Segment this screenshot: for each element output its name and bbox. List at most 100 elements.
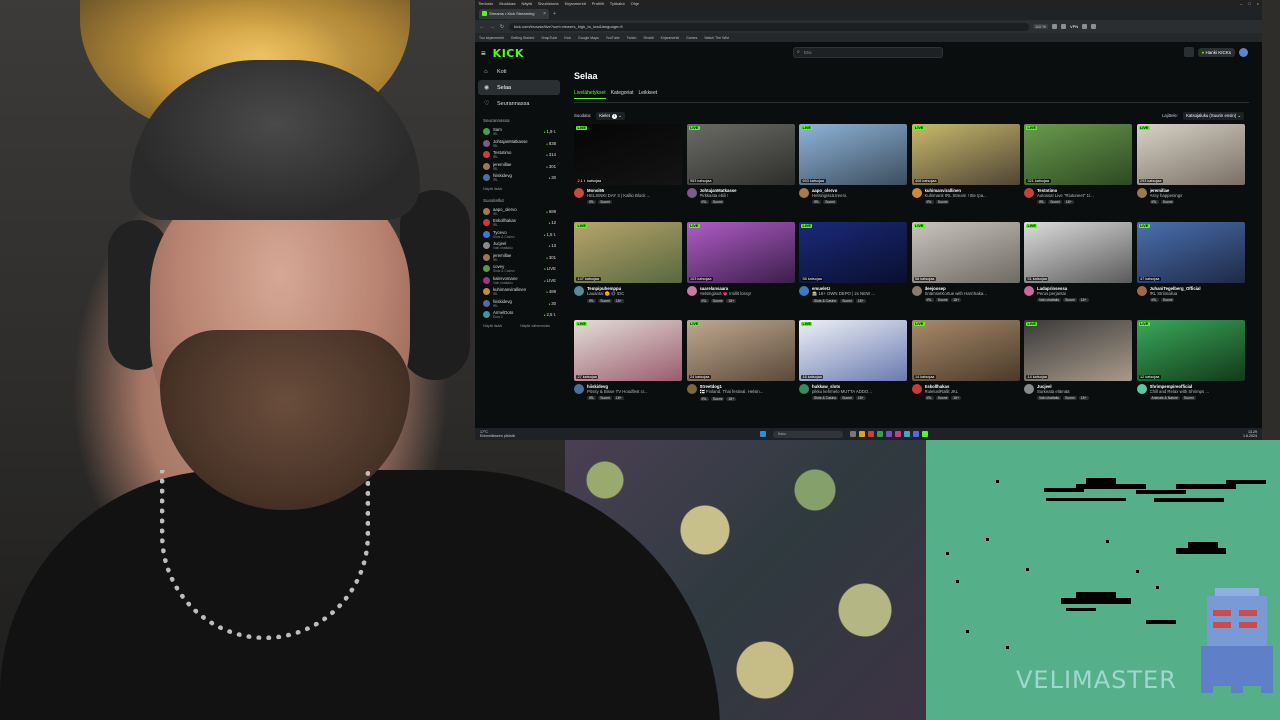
search-input[interactable]: ⌕ Etsi — [793, 47, 943, 58]
channel-avatar[interactable] — [1024, 384, 1034, 394]
sidebar-channel[interactable]: TestotimoIRL314 — [478, 149, 560, 161]
stream-tag[interactable]: Suomi — [823, 200, 837, 204]
stream-tag[interactable]: Suomi — [840, 299, 854, 303]
stream-tag[interactable]: Suomi — [935, 200, 950, 204]
stream-tag[interactable]: Suomi — [840, 396, 854, 400]
stream-title[interactable]: Surkeata elämää — [1037, 389, 1132, 394]
sidebar-channel[interactable]: JohtajanMatkasseIRL838 — [478, 138, 560, 150]
nav-home[interactable]: ⌂ Koti — [478, 64, 560, 79]
channel-avatar[interactable] — [799, 286, 809, 296]
get-kicks-button[interactable]: ● Hanki KICKs — [1197, 47, 1235, 57]
channel-avatar[interactable] — [686, 286, 697, 296]
sidebar-channel[interactable]: jeremillaeIRL301 — [478, 252, 560, 264]
stream-tag[interactable]: 18+ — [613, 396, 624, 400]
os-menu-item[interactable]: Ohje — [631, 0, 639, 7]
stream-title[interactable]: 🇫🇮 Finland. Thai festival. Helsin... — [700, 389, 795, 395]
channel-avatar[interactable] — [686, 384, 697, 394]
stream-tag[interactable]: IRL — [924, 200, 934, 204]
stream-tag[interactable]: IRL — [587, 396, 597, 400]
channel-avatar[interactable] — [686, 188, 697, 198]
stream-thumbnail[interactable]: LIVE 14 katsojaa — [911, 320, 1020, 381]
stream-thumbnail[interactable]: LIVE 103 katsojaa — [686, 222, 795, 283]
zoom-level[interactable]: 110 % — [1033, 24, 1049, 29]
url-bar[interactable]: kick.com/browse/live?sort=viewers_high_t… — [509, 22, 1029, 31]
stream-title[interactable]: Perus perjantai — [1037, 291, 1132, 296]
stream-tag[interactable]: IRL — [924, 298, 934, 302]
minimize-button[interactable]: – — [1240, 0, 1242, 7]
stream-tag[interactable]: Suomi — [935, 396, 950, 400]
os-menu-item[interactable]: Työkalut — [610, 0, 625, 7]
stream-tag[interactable]: IRL — [1037, 200, 1047, 204]
stream-thumbnail[interactable]: LIVE 14 katsojaa — [1024, 320, 1132, 381]
file-explorer-icon[interactable] — [858, 431, 865, 437]
stream-tag[interactable]: Suomi — [1048, 200, 1062, 204]
bookmark-item[interactable]: Twitch — [627, 36, 637, 40]
stream-thumbnail[interactable]: LIVE 16 katsojaa — [799, 320, 907, 381]
stream-tag[interactable]: Suomi — [1063, 396, 1077, 400]
weather-widget[interactable]: 17°C Enimmäkseen pilvistä — [480, 430, 515, 438]
stream-tag[interactable]: 18+ — [726, 299, 737, 303]
stream-tag[interactable]: Suomi — [598, 299, 612, 303]
sidebar-channel[interactable]: kuhimanvirallinenIRL489 — [478, 286, 560, 298]
extensions-icon[interactable] — [1061, 24, 1067, 29]
stream-tag[interactable]: 18+ — [951, 298, 962, 302]
channel-avatar[interactable] — [574, 188, 584, 198]
kick-logo[interactable]: KICK — [493, 47, 524, 60]
stream-card[interactable]: LIVE 51 katsojaa Ladaprinsessa Perus perjan… — [1024, 222, 1132, 320]
channel-avatar[interactable] — [911, 286, 922, 296]
stream-title[interactable]: Assy happenings — [1150, 193, 1245, 198]
stream-title[interactable]: HELSINKI DAY 3 | Kallio Block ... — [587, 193, 682, 198]
stream-thumbnail[interactable]: LIVE 27 katsojaa — [574, 320, 682, 381]
channel-avatar[interactable] — [574, 384, 584, 394]
stream-tag[interactable]: 18+ — [855, 396, 866, 400]
back-icon[interactable]: ← — [479, 24, 485, 30]
stream-card[interactable]: LIVE 16 katsojaa hukkaw_slots pikku kehmelo… — [799, 320, 907, 418]
stream-card[interactable]: LIVE 321 katsojaa Testotimo Autossa! Live "… — [1024, 124, 1132, 222]
stream-thumbnail[interactable]: LIVE 953 katsojaa — [686, 124, 795, 185]
bookmark-item[interactable]: SnapTube — [541, 36, 557, 40]
stream-card[interactable]: LIVE 693 katsojaa aapo_olervo Helsingissä.t… — [799, 124, 907, 222]
sidebar-channel[interactable]: EskollhakasIRL12 — [478, 217, 560, 229]
sidebar-channel[interactable]: hiiskidevgIRL30 — [478, 172, 560, 184]
channel-avatar[interactable] — [1136, 188, 1147, 198]
stream-card[interactable]: LIVE 147 katsojaa Tempipuhemppu Lauantai 🌞 … — [574, 222, 682, 320]
taskbar-clock[interactable]: 13.29 1.6.2024 — [1243, 430, 1257, 438]
hamburger-menu-icon[interactable]: ≡ — [481, 49, 486, 58]
channel-avatar[interactable] — [1024, 286, 1034, 296]
stream-tag[interactable]: Suomi — [1063, 298, 1077, 302]
stream-tag[interactable]: IRL — [1149, 298, 1159, 302]
channel-avatar[interactable] — [911, 384, 922, 394]
taskbar-search[interactable]: Haku — [772, 430, 843, 438]
stream-card[interactable]: LIVE 953 katsojaa JohtajanMatkasse Pirkkast… — [686, 124, 795, 222]
stream-title[interactable]: Helsingissä.treeni. — [812, 193, 907, 198]
channel-avatar[interactable] — [799, 188, 809, 198]
discord-icon[interactable] — [912, 431, 919, 437]
bookmark-star-icon[interactable] — [1052, 24, 1058, 29]
stream-title[interactable]: Chill and Relax with Shrimps ... — [1150, 389, 1245, 394]
task-view-icon[interactable] — [849, 431, 856, 437]
stream-card[interactable]: LIVE 14 katsojaa Jucjeel Surkeata elämää Vai… — [1024, 320, 1132, 418]
stream-title[interactable]: Helsingissä 💗 Imillit lossy! — [700, 291, 795, 297]
stream-title[interactable]: Kuhimanit IRL Stream ! Itte Ipa... — [925, 193, 1020, 198]
close-icon[interactable]: × — [543, 11, 546, 17]
stream-card[interactable]: LIVE 27 katsojaa hiiskidevg Pössy & Bisse T… — [574, 320, 682, 418]
bookmark-item[interactable]: Google Maps — [578, 36, 599, 40]
stream-title[interactable]: Pirkkasta ebili ! — [700, 193, 795, 198]
show-more-recommended[interactable]: Näytä lisää — [483, 324, 502, 328]
bookmark-item[interactable]: Getting Started — [511, 36, 535, 40]
stream-tag[interactable]: IRL — [587, 299, 597, 303]
stream-thumbnail[interactable]: LIVE 47 katsojaa — [1136, 222, 1245, 283]
stream-card[interactable]: LIVE 12 katsojaa Shrimpempireofficial Chill… — [1136, 320, 1245, 418]
vpn-badge[interactable]: VPN — [1070, 24, 1078, 29]
stream-tag[interactable]: IRL — [1149, 200, 1159, 204]
bookmark-item[interactable]: Kirjanmerkit — [661, 36, 679, 40]
stream-tag[interactable]: IRL — [812, 200, 822, 204]
bookmark-item[interactable]: Watch The Wild — [704, 36, 729, 40]
stream-tag[interactable]: Suomi — [1181, 396, 1196, 400]
stream-thumbnail[interactable]: LIVE 408 katsojaa — [911, 124, 1020, 185]
stream-title[interactable]: IRL Striimailua — [1150, 291, 1245, 296]
stream-tag[interactable]: Suomi — [710, 299, 725, 303]
close-window-button[interactable]: × — [1257, 0, 1259, 7]
stream-tag[interactable]: Suomi — [598, 200, 612, 204]
show-less-recommended[interactable]: Näytä vähemmän — [520, 324, 550, 328]
